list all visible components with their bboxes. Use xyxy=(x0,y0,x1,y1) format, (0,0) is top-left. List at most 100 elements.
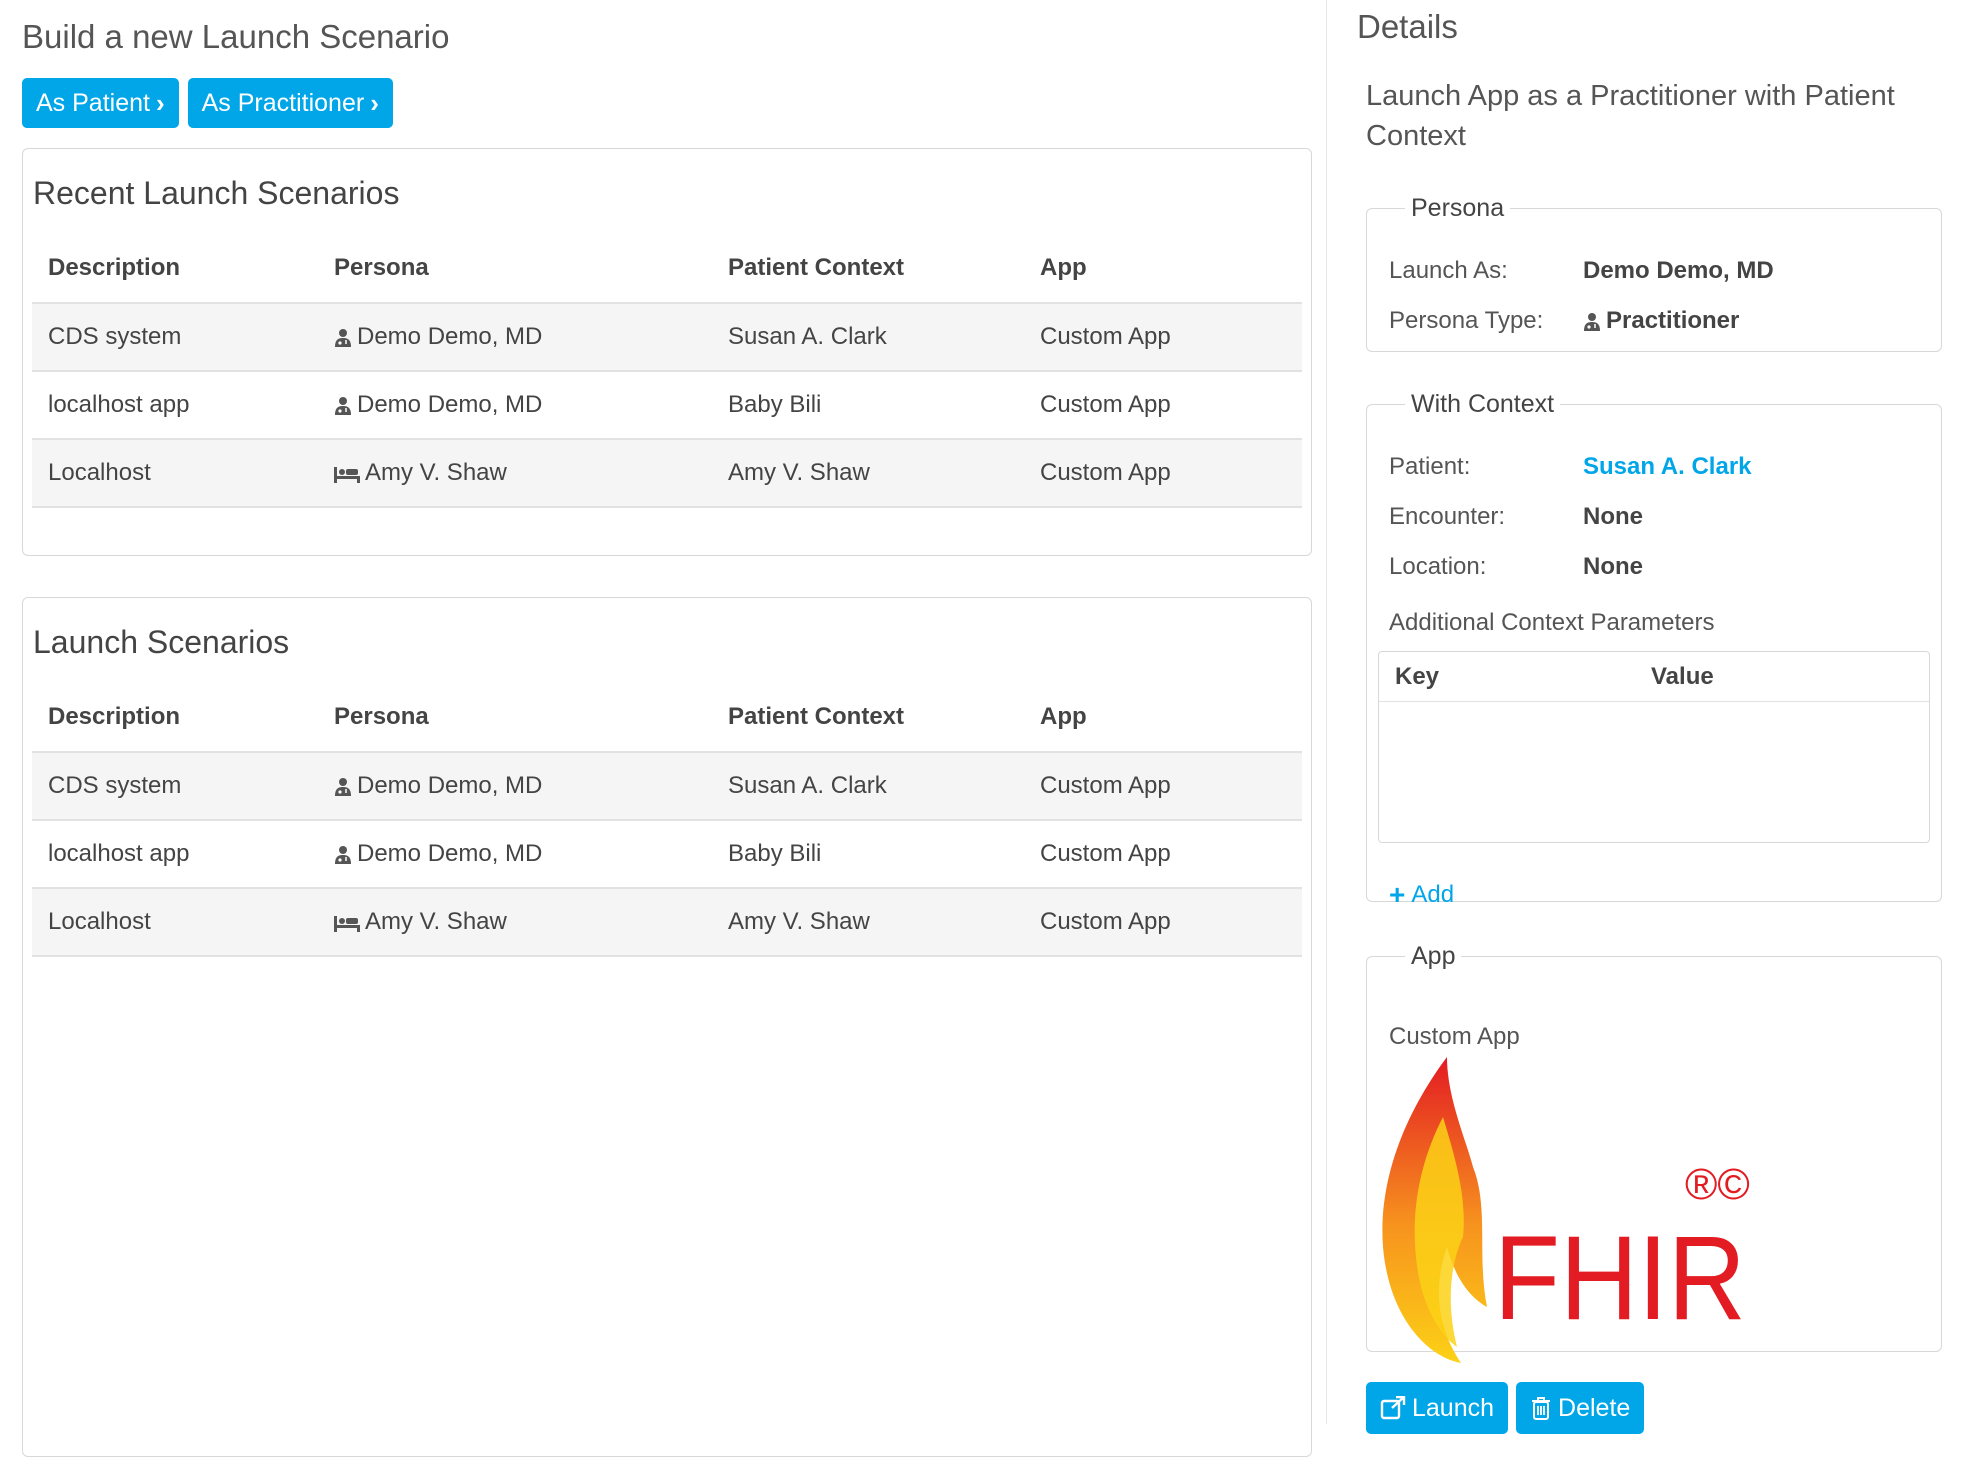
table-row[interactable]: CDS system Demo Demo, MD Susan A. Clark … xyxy=(32,303,1302,372)
cell-app: Custom App xyxy=(1024,820,1302,889)
scenario-type-buttons: As Patient › As Practitioner › xyxy=(22,78,393,128)
recent-scenarios-heading: Recent Launch Scenarios xyxy=(33,175,400,211)
table-row[interactable]: Localhost Amy V. Shaw Amy V. Shaw Custom… xyxy=(32,888,1302,957)
launch-as-row: Launch As: Demo Demo, MD xyxy=(1389,257,1774,285)
bed-icon xyxy=(334,466,360,483)
table-header-row: Description Persona Patient Context App xyxy=(32,233,1302,304)
cell-description: CDS system xyxy=(32,303,318,372)
column-header-app: App xyxy=(1024,233,1302,304)
cell-app: Custom App xyxy=(1024,371,1302,440)
launch-label: Launch xyxy=(1412,1393,1495,1422)
location-label: Location: xyxy=(1389,553,1487,580)
column-header-patient-context: Patient Context xyxy=(712,233,1024,304)
external-link-icon xyxy=(1380,1396,1406,1420)
cell-persona: Demo Demo, MD xyxy=(318,303,712,372)
column-header-app: App xyxy=(1024,682,1302,753)
cell-persona: Demo Demo, MD xyxy=(318,371,712,440)
persona-name: Amy V. Shaw xyxy=(365,908,507,935)
recent-scenarios-panel: Recent Launch Scenarios Description Pers… xyxy=(22,148,1312,556)
table-row[interactable]: CDS system Demo Demo, MD Susan A. Clark … xyxy=(32,752,1302,821)
cell-app: Custom App xyxy=(1024,752,1302,821)
column-header-persona: Persona xyxy=(318,233,712,304)
column-header-patient-context: Patient Context xyxy=(712,682,1024,753)
value-header: Value xyxy=(1651,662,1714,690)
chevron-right-icon: › xyxy=(155,87,165,118)
additional-context-label: Additional Context Parameters xyxy=(1389,609,1715,636)
persona-type-row: Persona Type: Practitioner xyxy=(1389,307,1739,335)
cell-persona: Amy V. Shaw xyxy=(318,439,712,508)
context-parameters-table: Key Value xyxy=(1378,651,1930,843)
persona-legend: Persona xyxy=(1411,194,1505,222)
details-description: Launch App as a Practitioner with Patien… xyxy=(1366,80,1895,152)
cell-description: Localhost xyxy=(32,888,318,957)
page-title: Build a new Launch Scenario xyxy=(22,18,450,55)
cell-patient-context: Baby Bili xyxy=(712,371,1024,440)
table-row[interactable]: localhost app Demo Demo, MD Baby Bili Cu… xyxy=(32,371,1302,440)
delete-label: Delete xyxy=(1558,1393,1631,1422)
cell-patient-context: Amy V. Shaw xyxy=(712,439,1024,508)
cell-app: Custom App xyxy=(1024,888,1302,957)
cell-description: CDS system xyxy=(32,752,318,821)
column-divider xyxy=(1326,0,1327,1424)
app-fieldset: App Custom App FHIR ®© xyxy=(1366,942,1942,1363)
context-parameters-header: Key Value xyxy=(1379,652,1929,702)
column-header-persona: Persona xyxy=(318,682,712,753)
launch-scenarios-heading: Launch Scenarios xyxy=(33,624,290,660)
launch-scenarios-table: Description Persona Patient Context App … xyxy=(32,682,1302,957)
details-title: Details xyxy=(1357,8,1458,45)
patient-row: Patient: Susan A. Clark xyxy=(1389,453,1752,481)
encounter-label: Encounter: xyxy=(1389,503,1506,530)
cell-persona: Amy V. Shaw xyxy=(318,888,712,957)
persona-name: Demo Demo, MD xyxy=(357,772,543,799)
context-fieldset: With Context Patient: Susan A. Clark Enco… xyxy=(1366,390,1942,910)
trash-icon xyxy=(1532,1397,1551,1420)
column-header-description: Description xyxy=(32,233,318,304)
persona-name: Demo Demo, MD xyxy=(357,840,543,867)
left-column: Build a new Launch Scenario As Patient ›… xyxy=(0,0,1314,1457)
launch-scenarios-panel: Launch Scenarios Description Persona Pat… xyxy=(22,597,1312,1457)
table-row[interactable]: Localhost Amy V. Shaw Amy V. Shaw Custom… xyxy=(32,439,1302,508)
persona-name: Demo Demo, MD xyxy=(357,323,543,350)
cell-app: Custom App xyxy=(1024,439,1302,508)
cell-app: Custom App xyxy=(1024,303,1302,372)
fhir-logo-marks: ®© xyxy=(1685,1160,1750,1209)
practitioner-icon xyxy=(335,396,351,415)
persona-type-value: Practitioner xyxy=(1606,307,1740,334)
persona-name: Amy V. Shaw xyxy=(365,459,507,486)
practitioner-icon xyxy=(1584,312,1600,331)
app-name: Custom App xyxy=(1389,1023,1520,1050)
patient-label: Patient: xyxy=(1389,453,1471,480)
cell-persona: Demo Demo, MD xyxy=(318,820,712,889)
cell-patient-context: Amy V. Shaw xyxy=(712,888,1024,957)
bed-icon xyxy=(334,915,360,932)
as-patient-button[interactable]: As Patient › xyxy=(22,78,179,128)
launch-button[interactable]: Launch xyxy=(1366,1382,1509,1434)
persona-fieldset: Persona Launch As: Demo Demo, MD Persona … xyxy=(1366,194,1942,352)
key-header: Key xyxy=(1395,662,1440,690)
launch-as-label: Launch As: xyxy=(1389,257,1508,284)
as-practitioner-button[interactable]: As Practitioner › xyxy=(187,78,393,128)
chevron-right-icon: › xyxy=(370,87,379,118)
patient-link[interactable]: Susan A. Clark xyxy=(1583,453,1752,480)
as-practitioner-label: As Practitioner xyxy=(201,88,365,117)
add-parameter-label: Add xyxy=(1411,881,1455,908)
location-value: None xyxy=(1583,553,1643,580)
cell-patient-context: Baby Bili xyxy=(712,820,1024,889)
cell-persona: Demo Demo, MD xyxy=(318,752,712,821)
fhir-logo: FHIR ®© xyxy=(1382,1057,1750,1363)
app-legend: App xyxy=(1411,942,1456,970)
add-parameter-link[interactable]: + Add xyxy=(1389,879,1454,911)
delete-button[interactable]: Delete xyxy=(1516,1382,1645,1434)
location-row: Location: None xyxy=(1389,553,1643,581)
persona-name: Demo Demo, MD xyxy=(357,391,543,418)
persona-type-label: Persona Type: xyxy=(1389,307,1544,334)
details-action-buttons: Launch Delete xyxy=(1366,1382,1645,1434)
encounter-row: Encounter: None xyxy=(1389,503,1643,531)
cell-description: localhost app xyxy=(32,371,318,440)
table-row[interactable]: localhost app Demo Demo, MD Baby Bili Cu… xyxy=(32,820,1302,889)
context-legend: With Context xyxy=(1411,390,1555,418)
practitioner-icon xyxy=(335,328,351,347)
launch-as-value: Demo Demo, MD xyxy=(1583,257,1774,284)
cell-description: localhost app xyxy=(32,820,318,889)
plus-icon: + xyxy=(1389,879,1406,910)
